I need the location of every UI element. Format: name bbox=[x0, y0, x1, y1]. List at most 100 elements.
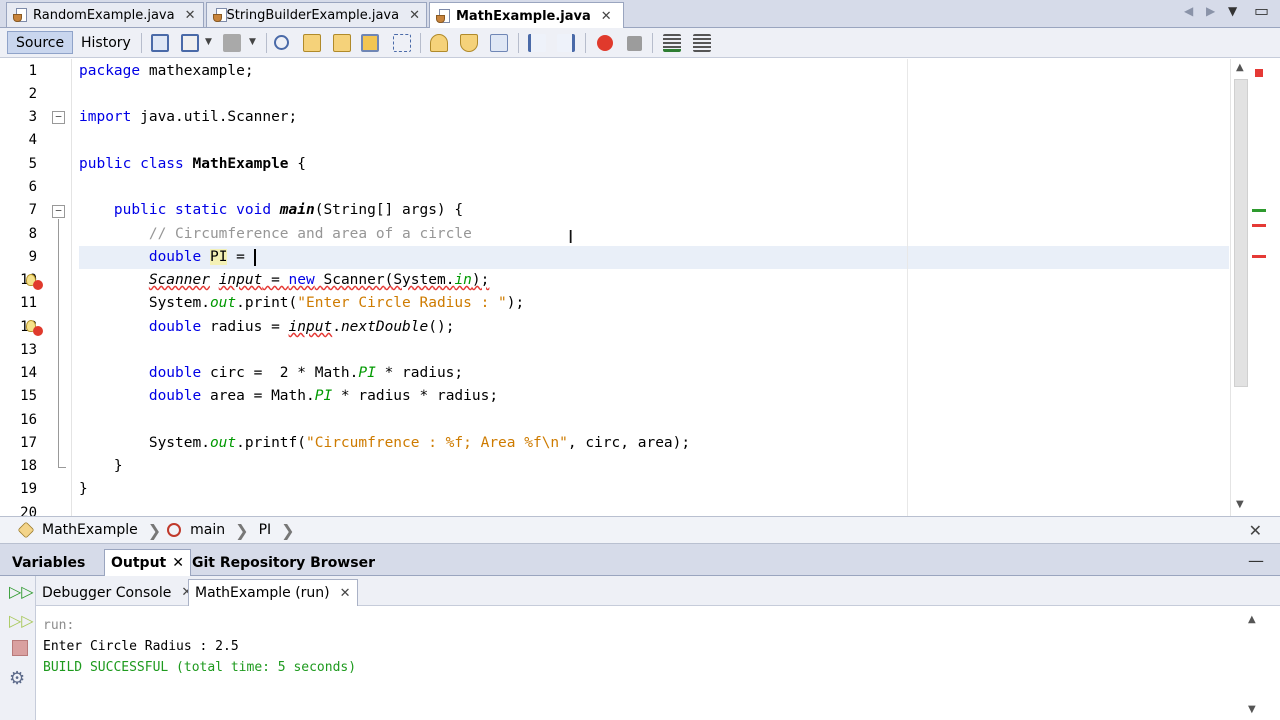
java-file-icon bbox=[13, 7, 29, 23]
tab-label: Output bbox=[111, 555, 167, 571]
back-dropdown-icon[interactable]: ▼ bbox=[205, 37, 212, 47]
source-button[interactable]: Source bbox=[7, 31, 74, 54]
tab-math-example[interactable]: MathExample.java ✕ bbox=[429, 2, 624, 29]
last-edit-icon[interactable] bbox=[151, 34, 169, 52]
scroll-up-icon[interactable]: ▲ bbox=[1248, 614, 1256, 625]
next-bookmark-icon[interactable] bbox=[460, 34, 478, 52]
close-icon[interactable]: ✕ bbox=[340, 586, 351, 601]
line-number: 11 bbox=[20, 295, 37, 311]
uncomment-icon[interactable] bbox=[693, 34, 711, 52]
error-hint-bulb-icon[interactable] bbox=[25, 319, 43, 337]
close-icon[interactable]: ✕ bbox=[409, 8, 420, 23]
chevron-right-icon[interactable]: ❯ bbox=[229, 521, 254, 540]
shift-right-icon[interactable] bbox=[557, 34, 575, 52]
output-vertical-scrollbar[interactable]: ▲ ▼ bbox=[1244, 606, 1264, 720]
line-number: 14 bbox=[20, 365, 37, 381]
tab-stringbuilder-example[interactable]: StringBuilderExample.java ✕ bbox=[206, 2, 427, 27]
tab-mathexample-run[interactable]: MathExample (run) ✕ bbox=[188, 579, 358, 606]
line-number: 9 bbox=[28, 249, 37, 265]
line-number: 4 bbox=[28, 132, 37, 148]
rerun-icon[interactable]: ▷▷ bbox=[9, 582, 34, 602]
line-number: 13 bbox=[20, 342, 37, 358]
comment-icon[interactable] bbox=[663, 34, 681, 52]
editor-vertical-scrollbar[interactable]: ▲ ▼ bbox=[1230, 59, 1250, 516]
line-number: 2 bbox=[28, 86, 37, 102]
previous-bookmark-icon[interactable] bbox=[430, 34, 448, 52]
error-hint-bulb-icon[interactable] bbox=[25, 273, 43, 291]
close-icon[interactable]: ✕ bbox=[185, 8, 196, 23]
find-previous-icon[interactable] bbox=[303, 34, 321, 52]
toggle-highlight-icon[interactable] bbox=[361, 34, 379, 52]
toolbar-separator bbox=[420, 33, 421, 53]
breadcrumb-item-field[interactable]: PI bbox=[255, 522, 276, 538]
error-stripe[interactable] bbox=[1250, 59, 1268, 516]
breadcrumb: MathExample ❯ main ❯ PI ❯ ✕ bbox=[0, 516, 1280, 544]
find-icon[interactable] bbox=[274, 35, 289, 50]
tab-random-example[interactable]: RandomExample.java ✕ bbox=[6, 2, 204, 27]
code-line-15: double area = Math.PI * radius * radius; bbox=[148, 388, 499, 404]
breadcrumb-item-method[interactable]: main bbox=[186, 522, 229, 538]
scrollbar-thumb[interactable] bbox=[1234, 79, 1248, 387]
class-icon bbox=[17, 521, 35, 539]
output-actions-bar: ▷▷ ▷▷ ⚙ bbox=[0, 576, 36, 720]
error-mark[interactable] bbox=[1252, 255, 1266, 258]
tab-output[interactable]: Output ✕ bbox=[104, 549, 191, 576]
fold-toggle-icon[interactable]: − bbox=[52, 111, 65, 124]
close-icon[interactable]: ✕ bbox=[601, 9, 612, 24]
fold-toggle-icon[interactable]: − bbox=[52, 205, 65, 218]
stop-macro-icon[interactable] bbox=[627, 36, 642, 51]
error-mark[interactable] bbox=[1252, 224, 1266, 227]
code-line-7: public static void main(String[] args) { bbox=[113, 202, 464, 218]
java-file-icon bbox=[436, 8, 452, 24]
close-icon[interactable]: ✕ bbox=[172, 555, 184, 571]
show-opened-documents-icon[interactable]: ▼ bbox=[1228, 4, 1237, 18]
tab-variables[interactable]: Variables bbox=[6, 549, 91, 576]
chevron-right-icon[interactable]: ❯ bbox=[142, 521, 167, 540]
find-next-icon[interactable] bbox=[333, 34, 351, 52]
history-button[interactable]: History bbox=[72, 31, 140, 54]
scroll-tabs-left-icon[interactable]: ◀ bbox=[1184, 4, 1193, 18]
breadcrumb-item-class[interactable]: MathExample bbox=[38, 522, 142, 538]
line-number: 19 bbox=[20, 481, 37, 497]
forward-icon[interactable] bbox=[223, 34, 241, 52]
stop-icon[interactable] bbox=[12, 640, 28, 656]
forward-dropdown-icon[interactable]: ▼ bbox=[249, 37, 256, 47]
output-window-tabs: Variables Output ✕ Git Repository Browse… bbox=[0, 549, 1280, 576]
output-console[interactable]: run: Enter Circle Radius : 2.5 BUILD SUC… bbox=[36, 606, 1250, 720]
line-number: 17 bbox=[20, 435, 37, 451]
tab-label: Debugger Console bbox=[42, 584, 172, 601]
toolbar-separator bbox=[141, 33, 142, 53]
code-area[interactable]: package mathexample; import java.util.Sc… bbox=[79, 59, 1229, 516]
shift-left-icon[interactable] bbox=[528, 34, 546, 52]
code-editor[interactable]: 1 2 3 4 5 6 7 8 9 10 11 12 13 14 15 16 1… bbox=[0, 59, 1280, 516]
line-number-gutter[interactable]: 1 2 3 4 5 6 7 8 9 10 11 12 13 14 15 16 1… bbox=[0, 59, 72, 516]
line-number: 5 bbox=[28, 156, 37, 172]
scroll-up-icon[interactable]: ▲ bbox=[1236, 62, 1244, 73]
scroll-tabs-right-icon[interactable]: ▶ bbox=[1206, 4, 1215, 18]
start-macro-icon[interactable] bbox=[597, 35, 613, 51]
editor-toolbar: Source History ▼ ▼ bbox=[0, 28, 1280, 58]
code-line-9: double PI = bbox=[148, 248, 256, 266]
rerun-with-params-icon[interactable]: ▷▷ bbox=[9, 611, 34, 631]
minimize-icon[interactable]: — bbox=[1248, 551, 1264, 570]
line-number: 7 bbox=[28, 202, 37, 218]
maximize-window-icon[interactable]: ▭ bbox=[1254, 1, 1269, 20]
tab-debugger-console[interactable]: Debugger Console ✕ bbox=[36, 579, 198, 606]
back-icon[interactable] bbox=[181, 34, 199, 52]
settings-icon[interactable]: ⚙ bbox=[9, 668, 29, 689]
toggle-rect-selection-icon[interactable] bbox=[393, 34, 411, 52]
toggle-bookmark-icon[interactable] bbox=[490, 34, 508, 52]
toolbar-separator bbox=[266, 33, 267, 53]
line-number: 15 bbox=[20, 388, 37, 404]
error-status-icon[interactable] bbox=[1255, 69, 1263, 77]
code-line-10: Scanner input = new Scanner(System.in); bbox=[148, 272, 490, 288]
line-number: 20 bbox=[20, 505, 37, 516]
tab-git-repository-browser[interactable]: Git Repository Browser bbox=[186, 549, 381, 576]
change-mark[interactable] bbox=[1252, 209, 1266, 212]
code-line-18: } bbox=[113, 458, 123, 474]
scroll-down-icon[interactable]: ▼ bbox=[1236, 499, 1244, 510]
scroll-down-icon[interactable]: ▼ bbox=[1248, 704, 1256, 715]
close-icon[interactable]: ✕ bbox=[1249, 521, 1262, 540]
chevron-right-icon[interactable]: ❯ bbox=[275, 521, 300, 540]
toolbar-separator bbox=[652, 33, 653, 53]
